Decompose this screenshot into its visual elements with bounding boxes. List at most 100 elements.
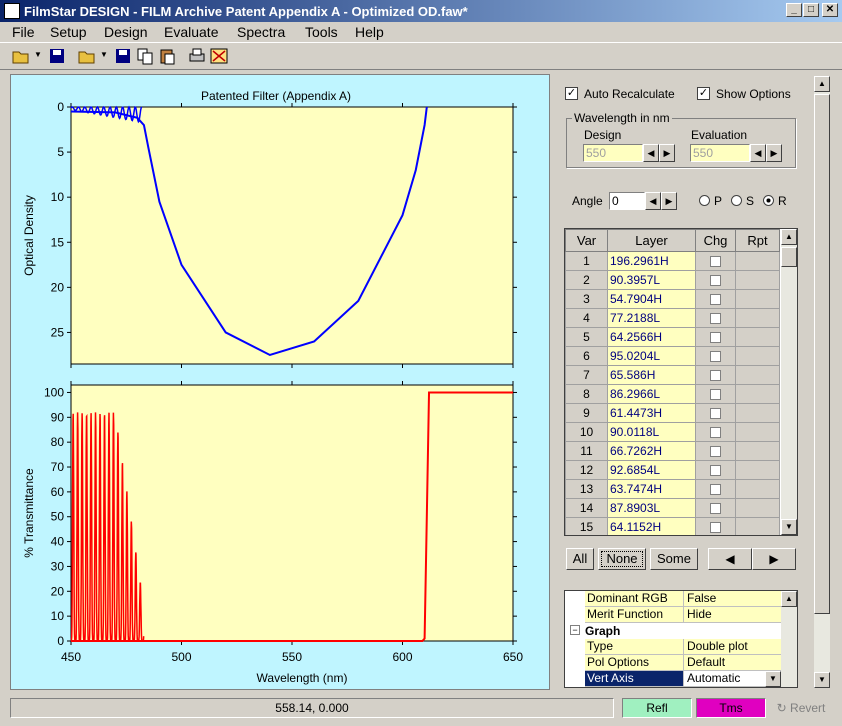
layer-rpt-cell[interactable]	[735, 251, 780, 271]
layer-thickness[interactable]: 92.6854L	[607, 460, 696, 480]
main-scrollbar[interactable]: ▲ ▼	[814, 76, 830, 688]
props-scroll-up-icon[interactable]: ▲	[781, 591, 797, 607]
property-value[interactable]: Default	[683, 655, 781, 671]
table-row[interactable]: 3 54.7904H	[565, 289, 780, 309]
design-spin-right[interactable]: ▶	[659, 144, 675, 162]
property-row[interactable]: Vert Axis Automatic ▼	[565, 671, 797, 687]
evaluation-wavelength-input[interactable]: 550	[690, 144, 750, 162]
layer-thickness[interactable]: 65.586H	[607, 365, 696, 385]
main-scroll-thumb[interactable]	[814, 94, 830, 614]
angle-input[interactable]: 0	[609, 192, 645, 210]
chg-checkbox[interactable]	[710, 503, 721, 515]
layer-thickness[interactable]: 64.1152H	[607, 517, 696, 535]
property-row[interactable]: Type Double plot	[565, 639, 797, 655]
menu-design[interactable]: Design	[104, 24, 148, 40]
chg-checkbox[interactable]	[710, 370, 721, 382]
layer-thickness[interactable]: 87.8903L	[607, 498, 696, 518]
properties-grid[interactable]: Dominant RGB False Merit Function Hide − Grap…	[564, 590, 798, 688]
layer-chg-cell[interactable]	[695, 498, 736, 518]
layer-chg-cell[interactable]	[695, 422, 736, 442]
menu-file[interactable]: File	[12, 24, 35, 40]
menu-help[interactable]: Help	[355, 24, 384, 40]
minimize-button[interactable]: _	[786, 3, 802, 17]
layer-chg-cell[interactable]	[695, 308, 736, 328]
angle-spin-left[interactable]: ◀	[645, 192, 661, 210]
layer-rpt-cell[interactable]	[735, 479, 780, 499]
layer-thickness[interactable]: 95.0204L	[607, 346, 696, 366]
col-chg[interactable]: Chg	[695, 229, 736, 252]
layer-chg-cell[interactable]	[695, 346, 736, 366]
chg-checkbox[interactable]	[710, 389, 721, 401]
table-row[interactable]: 6 95.0204L	[565, 346, 780, 366]
paste-icon[interactable]	[158, 47, 176, 65]
grid-scroll-thumb[interactable]	[781, 247, 797, 267]
layer-grid[interactable]: Var Layer Chg Rpt 1 196.2961H 2 90.3957L 3 54…	[564, 228, 798, 536]
layer-thickness[interactable]: 90.3957L	[607, 270, 696, 290]
show-options-checkbox[interactable]: ✓	[697, 87, 710, 100]
refl-button[interactable]: Refl	[622, 698, 692, 718]
property-row[interactable]: Dominant RGB False	[565, 591, 797, 607]
design-wavelength-input[interactable]: 550	[583, 144, 643, 162]
layer-chg-cell[interactable]	[695, 327, 736, 347]
layer-chg-cell[interactable]	[695, 365, 736, 385]
select-some-button[interactable]: Some	[650, 548, 698, 570]
chg-checkbox[interactable]	[710, 351, 721, 363]
save-2-icon[interactable]	[114, 47, 132, 65]
layer-thickness[interactable]: 66.7262H	[607, 441, 696, 461]
chg-checkbox[interactable]	[710, 465, 721, 477]
layer-rpt-cell[interactable]	[735, 517, 780, 535]
dropdown-arrow-2-icon[interactable]: ▼	[100, 50, 108, 59]
table-row[interactable]: 10 90.0118L	[565, 422, 780, 442]
next-button[interactable]: ▶	[752, 548, 796, 570]
table-row[interactable]: 2 90.3957L	[565, 270, 780, 290]
menu-evaluate[interactable]: Evaluate	[164, 24, 218, 40]
dropdown-arrow-icon[interactable]: ▼	[34, 50, 42, 59]
table-row[interactable]: 4 77.2188L	[565, 308, 780, 328]
print-icon[interactable]	[188, 47, 206, 65]
design-spin-left[interactable]: ◀	[643, 144, 659, 162]
maximize-button[interactable]: □	[803, 3, 819, 17]
chg-checkbox[interactable]	[710, 256, 721, 268]
pol-p-radio[interactable]	[699, 195, 710, 206]
table-row[interactable]: 13 63.7474H	[565, 479, 780, 499]
select-all-button[interactable]: All	[566, 548, 594, 570]
menu-setup[interactable]: Setup	[50, 24, 87, 40]
grid-scrollbar[interactable]: ▲ ▼	[781, 229, 797, 535]
layer-rpt-cell[interactable]	[735, 460, 780, 480]
layer-rpt-cell[interactable]	[735, 498, 780, 518]
open-folder-2-icon[interactable]	[78, 47, 96, 65]
layer-thickness[interactable]: 90.0118L	[607, 422, 696, 442]
layer-chg-cell[interactable]	[695, 289, 736, 309]
layer-rpt-cell[interactable]	[735, 384, 780, 404]
main-scroll-down-icon[interactable]: ▼	[814, 672, 830, 688]
col-var[interactable]: Var	[565, 229, 608, 252]
layer-rpt-cell[interactable]	[735, 422, 780, 442]
property-value[interactable]: Hide	[683, 607, 781, 623]
prev-button[interactable]: ◀	[708, 548, 752, 570]
property-value[interactable]: False	[683, 591, 781, 607]
property-row[interactable]: − Graph	[565, 623, 797, 639]
pol-r-radio[interactable]	[763, 195, 774, 206]
graph-panel[interactable]: Patented Filter (Appendix A) 0 5 10 15 20 25 Op…	[10, 74, 550, 690]
auto-recalculate-checkbox[interactable]: ✓	[565, 87, 578, 100]
col-layer[interactable]: Layer	[607, 229, 696, 252]
pol-s-radio[interactable]	[731, 195, 742, 206]
property-row[interactable]: Merit Function Hide	[565, 607, 797, 623]
layer-thickness[interactable]: 64.2566H	[607, 327, 696, 347]
layer-chg-cell[interactable]	[695, 384, 736, 404]
table-row[interactable]: 7 65.586H	[565, 365, 780, 385]
evaluation-spin-right[interactable]: ▶	[766, 144, 782, 162]
layer-chg-cell[interactable]	[695, 270, 736, 290]
col-rpt[interactable]: Rpt	[735, 229, 780, 252]
save-icon[interactable]	[48, 47, 66, 65]
property-row[interactable]: Pol Options Default	[565, 655, 797, 671]
menu-spectra[interactable]: Spectra	[237, 24, 285, 40]
table-row[interactable]: 1 196.2961H	[565, 251, 780, 271]
table-row[interactable]: 8 86.2966L	[565, 384, 780, 404]
collapse-icon[interactable]: −	[570, 625, 580, 635]
layer-thickness[interactable]: 196.2961H	[607, 251, 696, 271]
graph-image-icon[interactable]	[210, 47, 228, 65]
layer-rpt-cell[interactable]	[735, 270, 780, 290]
table-row[interactable]: 12 92.6854L	[565, 460, 780, 480]
layer-chg-cell[interactable]	[695, 479, 736, 499]
